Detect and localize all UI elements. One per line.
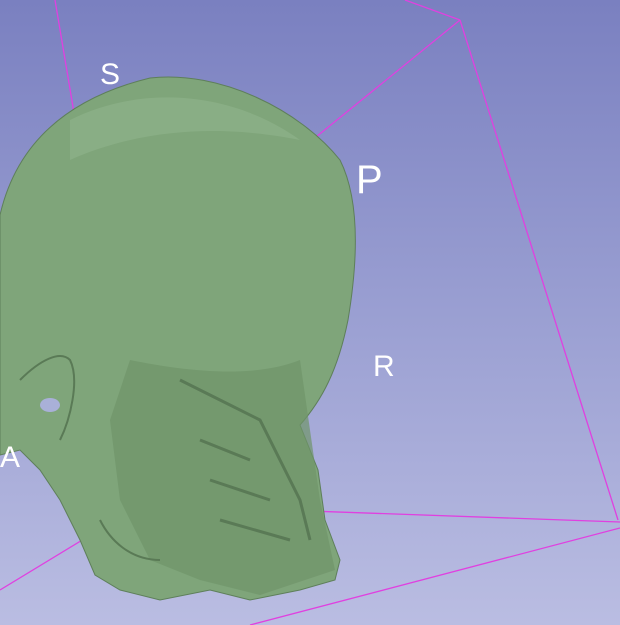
orientation-label-superior: S [100,58,121,91]
3d-scene[interactable] [0,0,620,625]
orientation-label-right: R [373,350,395,383]
orientation-label-anterior: A [0,441,21,474]
3d-view[interactable]: S P R A [0,0,620,625]
skull-model[interactable] [0,76,356,601]
orientation-label-posterior: P [356,158,383,202]
